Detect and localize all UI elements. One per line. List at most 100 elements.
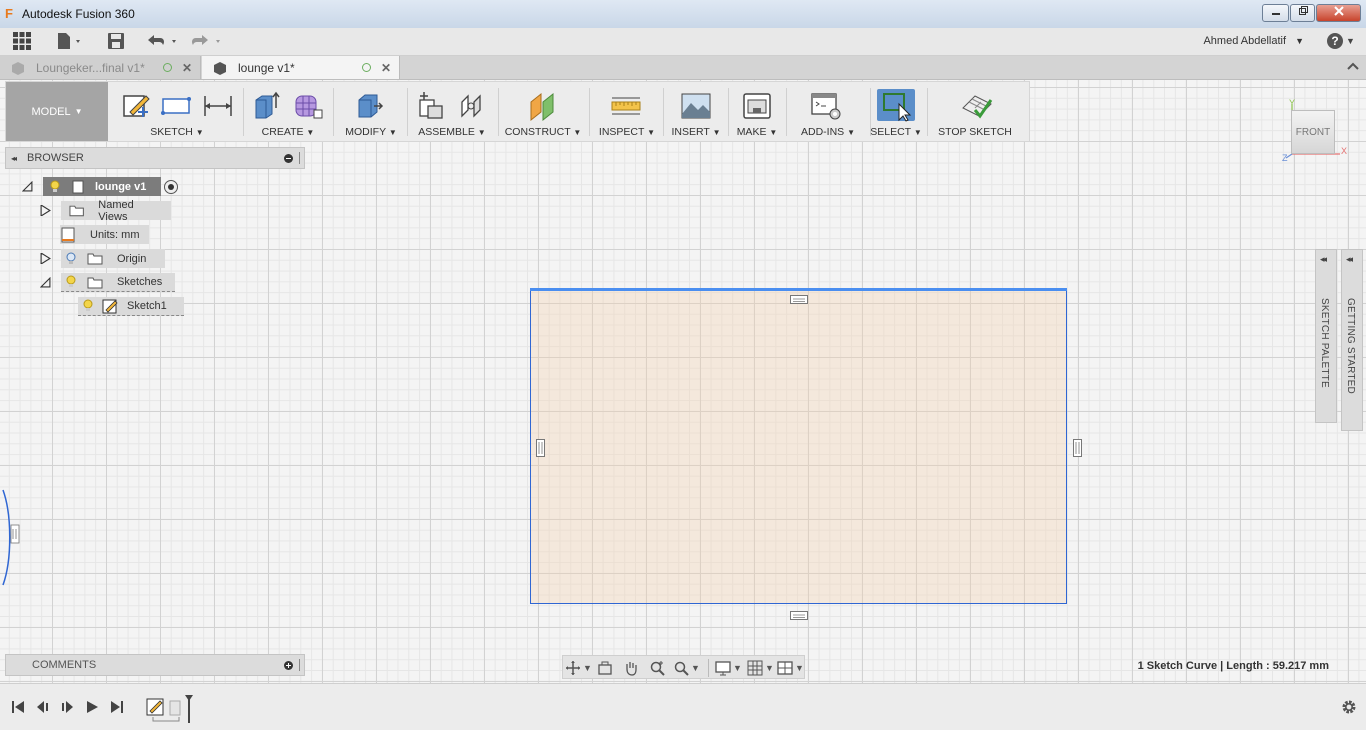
- tree-root-lounge[interactable]: lounge v1: [22, 177, 178, 196]
- timeline-start-button[interactable]: [9, 698, 27, 716]
- viewports-button[interactable]: ▼: [777, 659, 804, 677]
- activate-radio-icon[interactable]: [164, 179, 178, 194]
- stop-sketch-icon[interactable]: [961, 90, 993, 122]
- form-icon[interactable]: [292, 90, 324, 122]
- tab-lounge-v1[interactable]: lounge v1* ✕: [202, 56, 400, 79]
- axis-x-label: X: [1341, 146, 1347, 156]
- horizontal-constraint-icon[interactable]: [790, 295, 808, 305]
- lightbulb-icon[interactable]: [82, 299, 94, 313]
- inspect-group[interactable]: INSPECT ▼: [594, 82, 660, 141]
- rectangle-icon[interactable]: [160, 90, 192, 122]
- addins-group[interactable]: ADD-INS ▼: [788, 82, 868, 141]
- timeline-next-button[interactable]: [58, 698, 76, 716]
- collapse-tabs-button[interactable]: [1346, 59, 1360, 73]
- lightbulb-off-icon[interactable]: [65, 252, 77, 266]
- close-tab-icon[interactable]: ✕: [381, 61, 391, 75]
- insert-image-icon[interactable]: [680, 90, 712, 122]
- assemble-group[interactable]: ASSEMBLE ▼: [410, 82, 494, 141]
- offset-plane-icon[interactable]: [527, 90, 559, 122]
- zoom-button[interactable]: [649, 659, 665, 677]
- tree-box[interactable]: Origin: [61, 249, 165, 268]
- panel-resize-handle[interactable]: [299, 659, 302, 671]
- workspace-switcher[interactable]: MODEL ▼: [6, 82, 108, 141]
- horizontal-constraint-icon[interactable]: [790, 611, 808, 621]
- view-cube-face-front[interactable]: FRONT: [1291, 110, 1335, 154]
- pan-button[interactable]: [623, 659, 639, 677]
- insert-group[interactable]: INSERT ▼: [666, 82, 726, 141]
- lightbulb-icon[interactable]: [65, 275, 77, 289]
- tree-item-origin[interactable]: Origin: [40, 249, 165, 268]
- tree-box[interactable]: Units: mm: [60, 225, 149, 244]
- sketch-arc-offscreen[interactable]: [0, 485, 20, 590]
- save-button[interactable]: [106, 32, 126, 50]
- extrude-icon[interactable]: [250, 90, 282, 122]
- select-icon[interactable]: [881, 90, 913, 122]
- tree-box[interactable]: Named Views: [61, 199, 171, 223]
- vertical-constraint-icon[interactable]: [1073, 439, 1083, 457]
- close-window-button[interactable]: [1316, 4, 1361, 22]
- 3d-print-icon[interactable]: [741, 90, 773, 122]
- expand-panel-icon[interactable]: ◂◂: [1346, 254, 1353, 265]
- tree-item-named-views[interactable]: Named Views: [40, 199, 171, 223]
- tree-box[interactable]: Sketch1: [78, 297, 184, 316]
- expanded-triangle-icon[interactable]: [22, 181, 33, 192]
- stop-sketch-button[interactable]: STOP SKETCH: [929, 82, 1021, 141]
- undo-button[interactable]: [146, 32, 180, 50]
- sketch-group[interactable]: SKETCH ▼: [112, 82, 242, 141]
- press-pull-icon[interactable]: [354, 90, 386, 122]
- tab-loungeker[interactable]: Loungeker...final v1* ✕: [0, 56, 201, 79]
- lightbulb-icon[interactable]: [49, 180, 61, 194]
- timeline-play-button[interactable]: [83, 698, 101, 716]
- sketch-palette-panel[interactable]: ◂◂ SKETCH PALETTE: [1315, 249, 1337, 423]
- close-tab-icon[interactable]: ✕: [182, 61, 192, 75]
- restore-button[interactable]: [1290, 4, 1315, 22]
- look-at-button[interactable]: [597, 659, 613, 677]
- timeline-settings-button[interactable]: [1340, 698, 1358, 716]
- expand-panel-icon[interactable]: ◂◂: [1320, 254, 1327, 265]
- create-sketch-icon[interactable]: [120, 90, 152, 122]
- scripts-icon[interactable]: [810, 90, 842, 122]
- make-group[interactable]: MAKE ▼: [730, 82, 784, 141]
- vertical-constraint-icon[interactable]: [536, 439, 546, 457]
- add-comment-icon[interactable]: [284, 660, 293, 670]
- new-component-icon[interactable]: [414, 90, 446, 122]
- select-group[interactable]: SELECT ▼: [868, 82, 924, 141]
- collapsed-triangle-icon[interactable]: [40, 253, 51, 264]
- timeline-feature-sketch1[interactable]: [145, 695, 197, 725]
- sketch-dimension-icon[interactable]: [202, 90, 234, 122]
- tree-root-box[interactable]: lounge v1: [43, 177, 161, 196]
- timeline-prev-button[interactable]: [34, 698, 52, 716]
- timeline-end-button[interactable]: [108, 698, 126, 716]
- fit-button[interactable]: ▼: [673, 659, 700, 677]
- user-menu[interactable]: Ahmed Abdellatif ▼: [1203, 35, 1304, 47]
- collapsed-triangle-icon[interactable]: [40, 205, 51, 216]
- app-grid-button[interactable]: [12, 32, 32, 50]
- getting-started-panel[interactable]: ◂◂ GETTING STARTED: [1341, 249, 1363, 431]
- group-label: INSPECT: [598, 126, 645, 138]
- measure-icon[interactable]: [610, 90, 642, 122]
- browser-header[interactable]: ◂◂ BROWSER: [5, 147, 305, 169]
- tree-item-sketch1[interactable]: Sketch1: [78, 297, 184, 316]
- comments-panel[interactable]: COMMENTS: [5, 654, 305, 676]
- zoom-icon: [650, 661, 665, 676]
- panel-resize-handle[interactable]: [299, 152, 302, 164]
- construct-group[interactable]: CONSTRUCT ▼: [502, 82, 584, 141]
- collapse-panel-icon[interactable]: ◂◂: [11, 154, 17, 163]
- file-menu-button[interactable]: [55, 32, 85, 50]
- help-button[interactable]: ? ▼: [1325, 32, 1357, 50]
- sketch-profile-rectangle[interactable]: [530, 288, 1082, 620]
- minimize-button[interactable]: [1262, 4, 1289, 22]
- tree-box[interactable]: Sketches: [61, 273, 175, 292]
- browser-options-icon[interactable]: [284, 153, 293, 163]
- redo-button[interactable]: [190, 32, 224, 50]
- group-label: MODIFY: [345, 126, 386, 138]
- create-group[interactable]: CREATE ▼: [246, 82, 330, 141]
- display-settings-button[interactable]: ▼: [715, 659, 742, 677]
- grid-settings-button[interactable]: ▼: [747, 659, 774, 677]
- modify-group[interactable]: MODIFY ▼: [338, 82, 404, 141]
- expanded-triangle-icon[interactable]: [40, 277, 51, 288]
- orbit-button[interactable]: ▼: [565, 659, 592, 677]
- tree-item-sketches[interactable]: Sketches: [40, 273, 175, 292]
- tree-item-units[interactable]: Units: mm: [60, 225, 149, 244]
- joint-icon[interactable]: [456, 90, 488, 122]
